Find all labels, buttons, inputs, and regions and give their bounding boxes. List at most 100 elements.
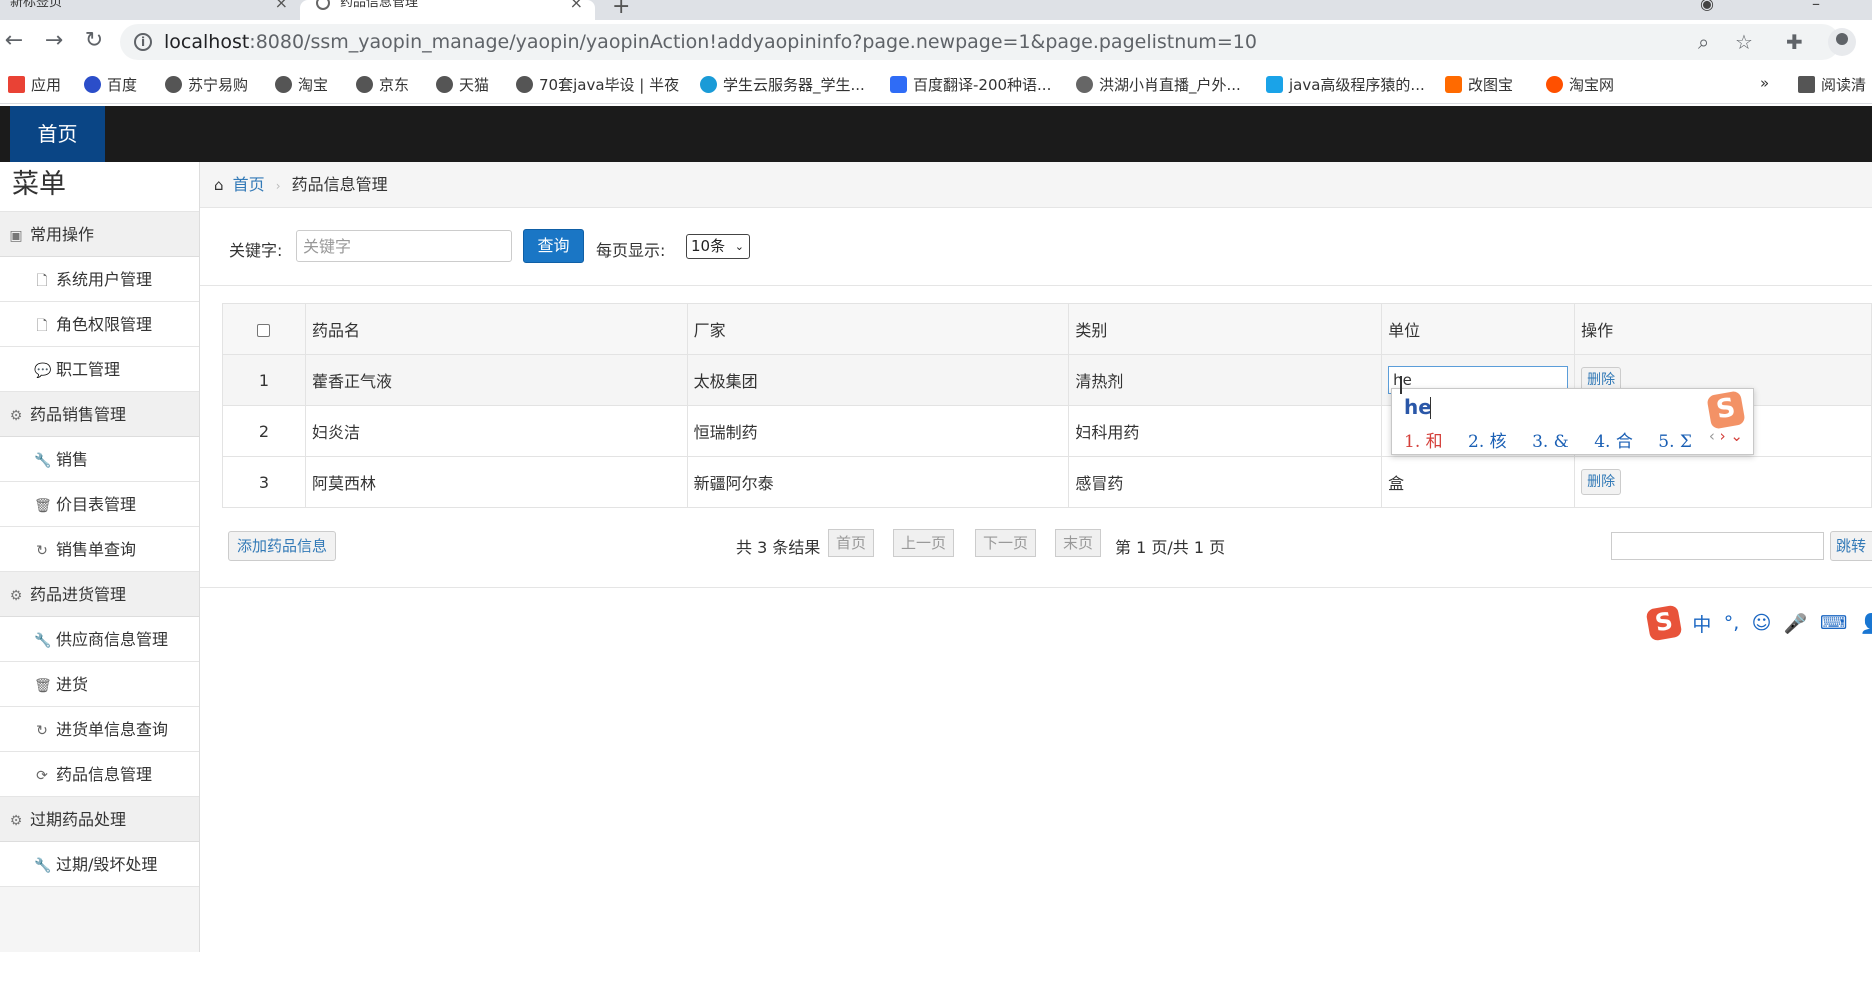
nav-home-tab[interactable]: 首页 (10, 106, 105, 162)
keyboard-icon[interactable]: ⌨ (1820, 612, 1847, 634)
bookmark-tmall[interactable]: 天猫 (436, 74, 489, 95)
bookmark-fanyi[interactable]: 百度翻译-200种语... (890, 74, 1051, 95)
new-tab-icon[interactable]: + (612, 0, 630, 19)
emoji-icon[interactable]: ☺ (1752, 612, 1772, 634)
bookmark-cloud[interactable]: 学生云服务器_学生... (700, 74, 865, 95)
gear-icon: ⚙ (9, 588, 23, 604)
bookmark-suning[interactable]: 苏宁易购 (165, 74, 248, 95)
bookmark-jd[interactable]: 京东 (356, 74, 409, 95)
ime-punct-toggle[interactable]: °, (1724, 612, 1740, 634)
sidebar-item-suppliers[interactable]: 🔧 供应商信息管理 (0, 617, 199, 662)
sidebar-item-staff[interactable]: 💬 职工管理 (0, 347, 199, 392)
select-all-checkbox[interactable] (257, 323, 271, 337)
address-bar[interactable]: i localhost:8080/ssm_yaopin_manage/yaopi… (120, 24, 1840, 60)
chevron-right-icon[interactable]: › (1720, 427, 1726, 445)
breadcrumb-separator: › (275, 179, 281, 193)
info-icon[interactable]: i (134, 33, 152, 51)
ime-lang-toggle[interactable]: 中 (1692, 610, 1711, 637)
jump-button[interactable]: 跳转 (1830, 531, 1872, 561)
dashboard-icon: ▣ (9, 228, 23, 244)
user-icon[interactable]: 👤 (1860, 612, 1872, 635)
bookmark-java[interactable]: 70套java毕设 | 半夜 (516, 74, 679, 95)
cell-unit: 盒 (1381, 456, 1576, 508)
bookmarks-more[interactable]: » (1760, 74, 1769, 92)
browser-tab-new[interactable]: 新标签页 × (0, 0, 300, 20)
browser-toolbar: ← → ↻ i localhost:8080/ssm_yaopin_manage… (0, 20, 1872, 64)
sidebar-item-drug-info[interactable]: ⟳ 药品信息管理 (0, 752, 199, 797)
refresh-icon: ↻ (36, 723, 48, 739)
ime-candidate[interactable]: 5. Σ (1658, 432, 1692, 452)
sidebar-group-purchase[interactable]: ⚙ 药品进货管理 (0, 572, 199, 617)
breadcrumb-home-link[interactable]: 首页 (233, 175, 265, 194)
pager-first-button[interactable]: 首页 (828, 529, 875, 557)
bookmark-taobaowang[interactable]: 淘宝网 (1546, 74, 1614, 95)
sidebar-item-price-list[interactable]: 🗑 价目表管理 (0, 482, 199, 527)
sidebar-item-purchase[interactable]: 🗑 进货 (0, 662, 199, 707)
text-cursor-icon (1400, 376, 1402, 394)
globe-icon (356, 76, 373, 93)
delete-button[interactable]: 删除 (1581, 469, 1622, 495)
sync-icon: ⟳ (36, 768, 48, 784)
sidebar-item-roles[interactable]: 🗋 角色权限管理 (0, 302, 199, 347)
ime-candidate[interactable]: 4. 合 (1594, 432, 1633, 452)
live-icon (1076, 76, 1093, 93)
browser-tab-current[interactable]: 药品信息管理 × (300, 0, 595, 20)
sogou-logo-icon[interactable]: S (1645, 604, 1683, 642)
keyword-label: 关键字: (229, 241, 283, 260)
sidebar-group-expired[interactable]: ⚙ 过期药品处理 (0, 797, 199, 842)
bookmark-baidu[interactable]: 百度 (84, 74, 137, 95)
breadcrumb-current: 药品信息管理 (291, 175, 388, 194)
bookmark-gaitubao[interactable]: 改图宝 (1445, 74, 1513, 95)
cell-maker: 新疆阿尔泰 (686, 456, 1070, 508)
bookmarks-bar: 应用 百度 苏宁易购 淘宝 京东 天猫 70套java毕设 | 半夜 学生云服务… (0, 64, 1872, 104)
bookmark-live[interactable]: 洪湖小肖直播_户外... (1076, 74, 1241, 95)
keyword-input[interactable] (296, 230, 512, 262)
zoom-icon[interactable]: ⌕ (1698, 30, 1709, 54)
pager-last-button[interactable]: 末页 (1055, 529, 1102, 557)
ime-candidates: 1. 和 2. 核 3. & 4. 合 5. Σ (1404, 427, 1712, 452)
add-drug-button[interactable]: 添加药品信息 (228, 531, 337, 561)
bookmark-reading-list[interactable]: 阅读清 (1798, 74, 1866, 95)
ime-candidate[interactable]: 1. 和 (1404, 432, 1443, 452)
sidebar-item-sales-query[interactable]: ↻ 销售单查询 (0, 527, 199, 572)
trash-icon: 🗑 (34, 678, 52, 694)
sidebar-group-common[interactable]: ▣ 常用操作 (0, 212, 199, 257)
bookmark-bilibili[interactable]: java高级程序猿的... (1266, 74, 1425, 95)
sidebar-item-system-users[interactable]: 🗋 系统用户管理 (0, 257, 199, 302)
result-count: 共 3 条结果 (736, 538, 821, 557)
bookmark-apps[interactable]: 应用 (8, 74, 61, 95)
ime-pinyin: he (1404, 395, 1432, 419)
ime-candidate[interactable]: 2. 核 (1468, 432, 1507, 452)
header-operation: 操作 (1574, 303, 1872, 355)
per-page-select[interactable]: 10条 ⌄ (686, 234, 750, 259)
profile-avatar[interactable] (1828, 28, 1856, 56)
sidebar-item-sell[interactable]: 🔧 销售 (0, 437, 199, 482)
query-button[interactable]: 查询 (523, 229, 584, 263)
back-icon[interactable]: ← (0, 28, 28, 54)
microphone-icon[interactable]: 🎤 (1784, 612, 1808, 635)
globe-icon (165, 76, 182, 93)
bookmark-taobao[interactable]: 淘宝 (275, 74, 328, 95)
pager-next-button[interactable]: 下一页 (975, 529, 1037, 557)
chevron-down-icon[interactable]: ⌄ (1730, 427, 1743, 445)
sogou-logo-icon: S (1706, 390, 1746, 430)
refresh-icon: ↻ (36, 543, 48, 559)
sidebar-group-sales[interactable]: ⚙ 药品销售管理 (0, 392, 199, 437)
jump-page-input[interactable] (1611, 532, 1824, 560)
sidebar-item-purchase-query[interactable]: ↻ 进货单信息查询 (0, 707, 199, 752)
cell-category: 感冒药 (1068, 456, 1383, 508)
minimize-icon[interactable]: – (1812, 0, 1820, 13)
reload-icon[interactable]: ↻ (80, 28, 108, 54)
close-icon[interactable]: × (275, 0, 288, 11)
pager-prev-button[interactable]: 上一页 (893, 529, 955, 557)
table-header-row: 药品名 厂家 类别 单位 操作 (222, 303, 1872, 355)
divider (200, 285, 1872, 286)
sidebar-item-expired-handling[interactable]: 🔧 过期/毁坏处理 (0, 842, 199, 887)
bookmark-star-icon[interactable]: ☆ (1735, 30, 1753, 54)
tab-search-icon[interactable]: ◉ (1700, 0, 1714, 13)
forward-icon[interactable]: → (40, 28, 68, 54)
extensions-icon[interactable]: ✚ (1786, 30, 1803, 54)
close-icon[interactable]: × (570, 0, 583, 11)
chevron-left-icon[interactable]: ‹ (1709, 427, 1715, 445)
ime-candidate[interactable]: 3. & (1532, 432, 1569, 452)
